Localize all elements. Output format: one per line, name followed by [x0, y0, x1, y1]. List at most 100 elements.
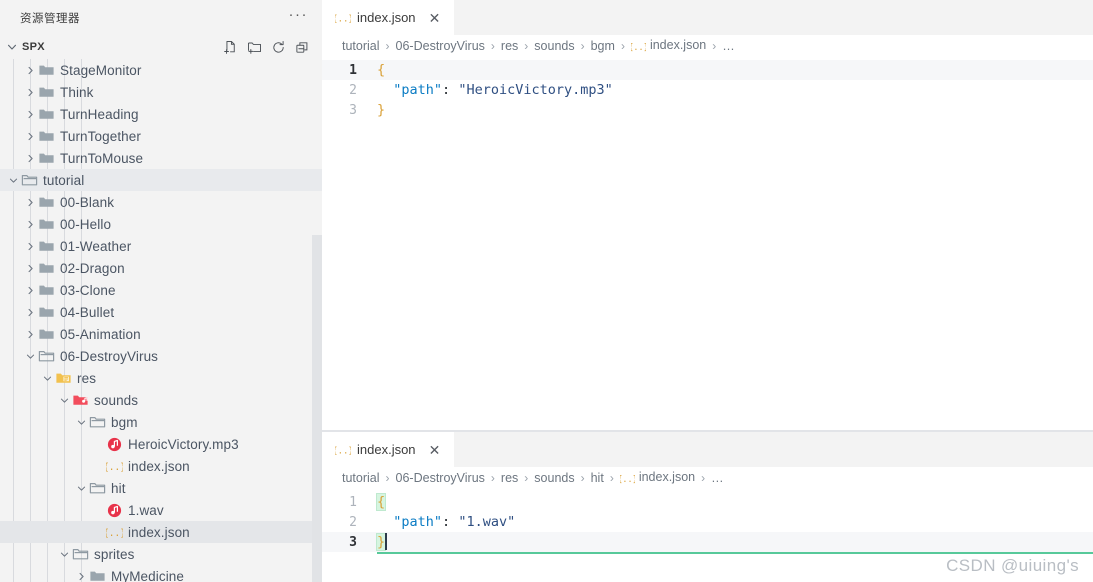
tree-folder-row[interactable]: TurnTogether [0, 125, 322, 147]
more-actions-icon[interactable]: ··· [287, 7, 311, 25]
tree-folder-row[interactable]: 03-Clone [0, 279, 322, 301]
folder-icon [37, 81, 55, 103]
tree-file-row[interactable]: {..} index.json [0, 455, 322, 477]
breadcrumb-item[interactable]: tutorial [342, 39, 380, 53]
section-label-spx: SPX [22, 41, 45, 53]
line-number: 3 [349, 102, 357, 118]
tree-item-label: index.json [128, 524, 190, 540]
tree-folder-row[interactable]: res [0, 367, 322, 389]
chevron-down-icon[interactable] [40, 367, 54, 389]
new-file-icon[interactable] [222, 39, 238, 55]
tree-folder-row[interactable]: 00-Hello [0, 213, 322, 235]
json-file-icon: {..} [620, 471, 635, 486]
breadcrumb-item[interactable]: sounds [534, 471, 574, 485]
code-editor-top[interactable]: 1{2 "path": "HeroicVictory.mp3" 3} [322, 57, 1093, 430]
close-icon[interactable]: ✕ [426, 9, 444, 27]
tree-folder-row[interactable]: tutorial [0, 169, 322, 191]
tree-folder-row[interactable]: TurnToMouse [0, 147, 322, 169]
explorer-title: 资源管理器 [20, 12, 80, 25]
tree-folder-row[interactable]: MyMedicine [0, 565, 322, 582]
breadcrumb-item[interactable]: hit [591, 471, 604, 485]
breadcrumb-file-group[interactable]: {..} index.json [620, 470, 695, 485]
chevron-right-icon[interactable] [23, 59, 37, 81]
tree-folder-row[interactable]: TurnHeading [0, 103, 322, 125]
tree-folder-row[interactable]: 01-Weather [0, 235, 322, 257]
tree-folder-row[interactable]: 06-DestroyVirus [0, 345, 322, 367]
chevron-right-icon[interactable] [23, 279, 37, 301]
breadcrumb-item[interactable]: 06-DestroyVirus [396, 471, 485, 485]
chevron-right-icon[interactable] [23, 301, 37, 323]
code-line[interactable]: 2 "path": "HeroicVictory.mp3" [322, 80, 1093, 100]
chevron-down-icon[interactable] [74, 477, 88, 499]
tab-index-json-top[interactable]: {..} index.json ✕ [322, 0, 454, 35]
tree-item-label: 02-Dragon [60, 260, 125, 276]
code-line[interactable]: 2 "path": "1.wav" [322, 512, 1093, 532]
tree-folder-row[interactable]: Think [0, 81, 322, 103]
tree-folder-row[interactable]: 00-Blank [0, 191, 322, 213]
chevron-down-icon [4, 39, 20, 55]
breadcrumb-separator-icon: › [490, 39, 495, 53]
tab-index-json-bottom[interactable]: {..} index.json ✕ [322, 432, 454, 467]
folder-icon [37, 125, 55, 147]
breadcrumb-item[interactable]: sounds [534, 39, 574, 53]
code-line[interactable]: 3} [322, 100, 1093, 120]
json-file-icon: {..} [335, 10, 351, 26]
tree-folder-row[interactable]: 02-Dragon [0, 257, 322, 279]
tree-file-row[interactable]: {..} index.json [0, 521, 322, 543]
tree-folder-row[interactable]: 04-Bullet [0, 301, 322, 323]
json-file-icon: {..} [105, 521, 123, 543]
explorer-section-spx[interactable]: SPX [0, 35, 322, 59]
close-icon[interactable]: ✕ [426, 441, 444, 459]
breadcrumb-separator-icon: › [385, 471, 390, 485]
tree-folder-row[interactable]: bgm [0, 411, 322, 433]
collapse-all-icon[interactable] [294, 39, 310, 55]
breadcrumb-item[interactable]: index.json [639, 470, 695, 484]
breadcrumb-item[interactable]: … [722, 39, 735, 53]
chevron-right-icon[interactable] [23, 323, 37, 345]
tree-folder-row[interactable]: sounds [0, 389, 322, 411]
chevron-down-icon[interactable] [57, 543, 71, 565]
code-line[interactable]: 3} [322, 532, 1093, 552]
chevron-right-icon[interactable] [23, 147, 37, 169]
breadcrumb-item[interactable]: 06-DestroyVirus [396, 39, 485, 53]
sidebar-scrollbar[interactable] [312, 235, 322, 582]
breadcrumb-file-group[interactable]: {..} index.json [631, 38, 706, 53]
code-editor-bottom[interactable]: 1{2 "path": "1.wav" 3} [322, 489, 1093, 582]
file-tree[interactable]: StageMonitor Think TurnHeading TurnTogether… [0, 59, 322, 582]
new-folder-icon[interactable] [246, 39, 262, 55]
tree-folder-row[interactable]: 05-Animation [0, 323, 322, 345]
chevron-right-icon[interactable] [74, 565, 88, 582]
chevron-down-icon[interactable] [74, 411, 88, 433]
code-line[interactable]: 1{ [322, 60, 1093, 80]
breadcrumb-bottom[interactable]: tutorial › 06-DestroyVirus › res › sounds › hit ›… [322, 467, 1093, 489]
editor-group-bottom: {..} index.json ✕ tutorial › 06-DestroyVir… [322, 432, 1093, 582]
tree-folder-row[interactable]: sprites [0, 543, 322, 565]
chevron-right-icon[interactable] [23, 213, 37, 235]
tree-file-row[interactable]: 1.wav [0, 499, 322, 521]
tree-folder-row[interactable]: StageMonitor [0, 59, 322, 81]
chevron-right-icon[interactable] [23, 235, 37, 257]
chevron-down-icon[interactable] [23, 345, 37, 367]
tabbar-bottom: {..} index.json ✕ [322, 432, 1093, 467]
breadcrumb-item[interactable]: … [711, 471, 724, 485]
chevron-right-icon[interactable] [23, 191, 37, 213]
chevron-right-icon[interactable] [23, 81, 37, 103]
audio-file-icon [105, 499, 123, 521]
breadcrumb-item[interactable]: res [501, 39, 518, 53]
chevron-right-icon[interactable] [23, 103, 37, 125]
breadcrumb-top[interactable]: tutorial › 06-DestroyVirus › res › sounds › bgm ›… [322, 35, 1093, 57]
tree-file-row[interactable]: HeroicVictory.mp3 [0, 433, 322, 455]
chevron-down-icon[interactable] [57, 389, 71, 411]
chevron-right-icon[interactable] [23, 257, 37, 279]
breadcrumb-item[interactable]: index.json [650, 38, 706, 52]
tree-folder-row[interactable]: hit [0, 477, 322, 499]
refresh-icon[interactable] [270, 39, 286, 55]
code-line[interactable]: 1{ [322, 492, 1093, 512]
breadcrumb-item[interactable]: res [501, 471, 518, 485]
chevron-down-icon[interactable] [6, 169, 20, 191]
breadcrumb-item[interactable]: bgm [591, 39, 615, 53]
line-number: 1 [349, 62, 357, 78]
breadcrumb-item[interactable]: tutorial [342, 471, 380, 485]
chevron-right-icon[interactable] [23, 125, 37, 147]
audio-file-icon [105, 433, 123, 455]
